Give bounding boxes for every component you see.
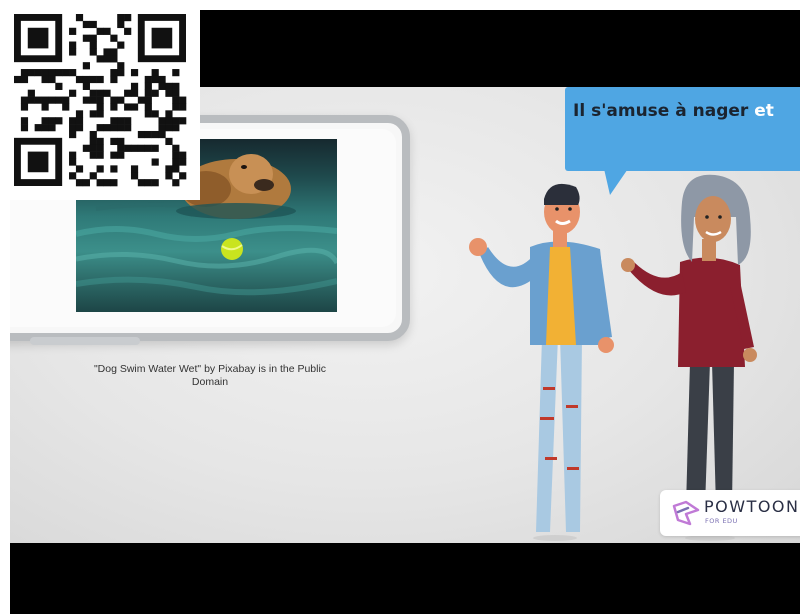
powtoon-logo: POWTOON FOR EDU <box>660 490 800 536</box>
powtoon-mark-icon <box>672 500 700 526</box>
powtoon-wordmark: POWTOON <box>704 497 800 516</box>
qr-code-icon[interactable] <box>0 0 200 200</box>
woman-character <box>621 174 757 541</box>
man-character <box>469 183 614 541</box>
powtoon-subtitle: FOR EDU <box>705 517 738 525</box>
